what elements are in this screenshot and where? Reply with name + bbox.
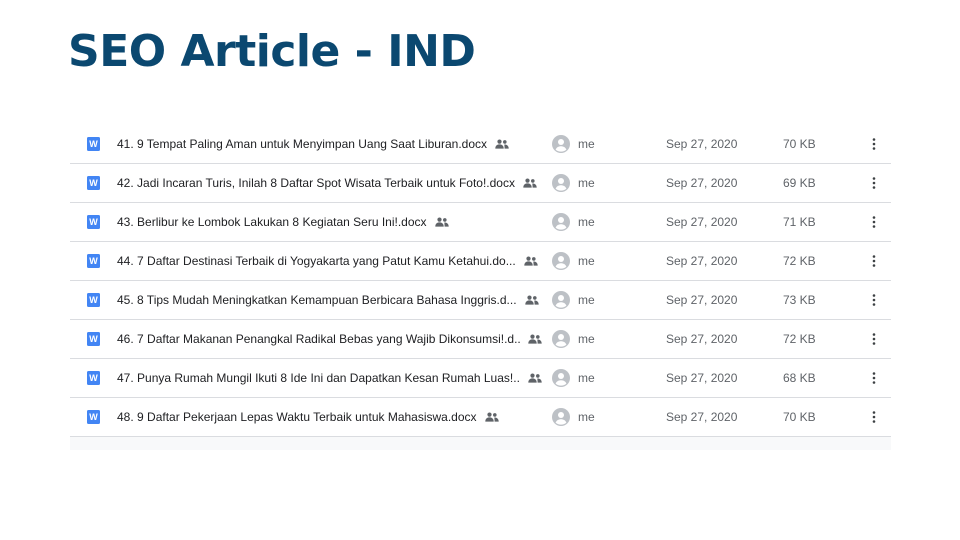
more-actions-button[interactable] bbox=[866, 134, 882, 154]
shared-people-icon bbox=[524, 295, 539, 305]
modified-date: Sep 27, 2020 bbox=[666, 137, 738, 151]
file-row[interactable]: W 47. Punya Rumah Mungil Ikuti 8 Ide Ini… bbox=[70, 359, 891, 398]
word-doc-icon: W bbox=[87, 137, 100, 151]
owner-avatar-icon bbox=[552, 330, 570, 348]
more-vert-icon bbox=[872, 411, 876, 423]
file-size: 68 KB bbox=[783, 371, 816, 385]
owner-avatar-icon bbox=[552, 252, 570, 270]
file-size: 70 KB bbox=[783, 137, 816, 151]
more-actions-button[interactable] bbox=[866, 212, 882, 232]
file-size: 69 KB bbox=[783, 176, 816, 190]
file-name[interactable]: 43. Berlibur ke Lombok Lakukan 8 Kegiata… bbox=[117, 215, 427, 229]
more-actions-button[interactable] bbox=[866, 173, 882, 193]
more-vert-icon bbox=[872, 372, 876, 384]
file-name-cell: 43. Berlibur ke Lombok Lakukan 8 Kegiata… bbox=[117, 203, 542, 241]
word-doc-icon: W bbox=[87, 293, 100, 307]
file-row[interactable]: W 48. 9 Daftar Pekerjaan Lepas Waktu Ter… bbox=[70, 398, 891, 437]
owner-avatar-icon bbox=[552, 174, 570, 192]
file-size: 73 KB bbox=[783, 293, 816, 307]
more-actions-button[interactable] bbox=[866, 329, 882, 349]
owner-label: me bbox=[578, 176, 595, 190]
owner-avatar-icon bbox=[552, 213, 570, 231]
file-name[interactable]: 47. Punya Rumah Mungil Ikuti 8 Ide Ini d… bbox=[117, 371, 520, 385]
more-actions-button[interactable] bbox=[866, 368, 882, 388]
file-name[interactable]: 45. 8 Tips Mudah Meningkatkan Kemampuan … bbox=[117, 293, 517, 307]
file-list: W 41. 9 Tempat Paling Aman untuk Menyimp… bbox=[70, 125, 891, 450]
owner-avatar-icon bbox=[552, 135, 570, 153]
more-vert-icon bbox=[872, 255, 876, 267]
shared-people-icon bbox=[495, 139, 509, 149]
slide-title: SEO Article - IND bbox=[68, 26, 476, 77]
modified-date: Sep 27, 2020 bbox=[666, 293, 738, 307]
shared-people-icon bbox=[523, 178, 537, 188]
shared-people-icon bbox=[524, 256, 538, 266]
shared-people-icon bbox=[528, 334, 542, 344]
shared-people-icon bbox=[484, 412, 499, 422]
file-row[interactable]: W 42. Jadi Incaran Turis, Inilah 8 Dafta… bbox=[70, 164, 891, 203]
more-actions-button[interactable] bbox=[866, 407, 882, 427]
word-doc-icon: W bbox=[87, 215, 100, 229]
file-name-cell: 41. 9 Tempat Paling Aman untuk Menyimpan… bbox=[117, 125, 542, 163]
owner-label: me bbox=[578, 215, 595, 229]
owner-label: me bbox=[578, 371, 595, 385]
file-name-cell: 45. 8 Tips Mudah Meningkatkan Kemampuan … bbox=[117, 281, 542, 319]
file-row[interactable]: W 44. 7 Daftar Destinasi Terbaik di Yogy… bbox=[70, 242, 891, 281]
file-name-cell: 48. 9 Daftar Pekerjaan Lepas Waktu Terba… bbox=[117, 398, 542, 436]
file-row[interactable]: W 46. 7 Daftar Makanan Penangkal Radikal… bbox=[70, 320, 891, 359]
owner-avatar-icon bbox=[552, 369, 570, 387]
word-doc-icon: W bbox=[87, 254, 100, 268]
file-row[interactable]: W 45. 8 Tips Mudah Meningkatkan Kemampua… bbox=[70, 281, 891, 320]
word-doc-icon: W bbox=[87, 410, 100, 424]
more-actions-button[interactable] bbox=[866, 290, 882, 310]
owner-label: me bbox=[578, 137, 595, 151]
modified-date: Sep 27, 2020 bbox=[666, 254, 738, 268]
modified-date: Sep 27, 2020 bbox=[666, 176, 738, 190]
file-name-cell: 46. 7 Daftar Makanan Penangkal Radikal B… bbox=[117, 320, 542, 358]
owner-label: me bbox=[578, 293, 595, 307]
file-size: 72 KB bbox=[783, 254, 816, 268]
file-name-cell: 42. Jadi Incaran Turis, Inilah 8 Daftar … bbox=[117, 164, 542, 202]
shared-people-icon bbox=[434, 217, 449, 227]
owner-label: me bbox=[578, 332, 595, 346]
file-name-cell: 47. Punya Rumah Mungil Ikuti 8 Ide Ini d… bbox=[117, 359, 542, 397]
word-doc-icon: W bbox=[87, 332, 100, 346]
more-vert-icon bbox=[872, 177, 876, 189]
file-size: 71 KB bbox=[783, 215, 816, 229]
file-row[interactable]: W 43. Berlibur ke Lombok Lakukan 8 Kegia… bbox=[70, 203, 891, 242]
modified-date: Sep 27, 2020 bbox=[666, 215, 738, 229]
file-name[interactable]: 46. 7 Daftar Makanan Penangkal Radikal B… bbox=[117, 332, 520, 346]
file-size: 72 KB bbox=[783, 332, 816, 346]
file-name[interactable]: 42. Jadi Incaran Turis, Inilah 8 Daftar … bbox=[117, 176, 515, 190]
more-vert-icon bbox=[872, 216, 876, 228]
word-doc-icon: W bbox=[87, 371, 100, 385]
file-name-cell: 44. 7 Daftar Destinasi Terbaik di Yogyak… bbox=[117, 242, 542, 280]
file-name[interactable]: 48. 9 Daftar Pekerjaan Lepas Waktu Terba… bbox=[117, 410, 477, 424]
file-size: 70 KB bbox=[783, 410, 816, 424]
modified-date: Sep 27, 2020 bbox=[666, 371, 738, 385]
word-doc-icon: W bbox=[87, 176, 100, 190]
file-name[interactable]: 41. 9 Tempat Paling Aman untuk Menyimpan… bbox=[117, 137, 487, 151]
more-vert-icon bbox=[872, 294, 876, 306]
more-vert-icon bbox=[872, 138, 876, 150]
owner-label: me bbox=[578, 410, 595, 424]
file-row[interactable]: W 41. 9 Tempat Paling Aman untuk Menyimp… bbox=[70, 125, 891, 164]
owner-avatar-icon bbox=[552, 291, 570, 309]
owner-label: me bbox=[578, 254, 595, 268]
more-actions-button[interactable] bbox=[866, 251, 882, 271]
file-name[interactable]: 44. 7 Daftar Destinasi Terbaik di Yogyak… bbox=[117, 254, 516, 268]
owner-avatar-icon bbox=[552, 408, 570, 426]
slide: SEO Article - IND W 41. 9 Tempat Paling … bbox=[0, 0, 960, 540]
shared-people-icon bbox=[528, 373, 542, 383]
more-vert-icon bbox=[872, 333, 876, 345]
modified-date: Sep 27, 2020 bbox=[666, 332, 738, 346]
modified-date: Sep 27, 2020 bbox=[666, 410, 738, 424]
